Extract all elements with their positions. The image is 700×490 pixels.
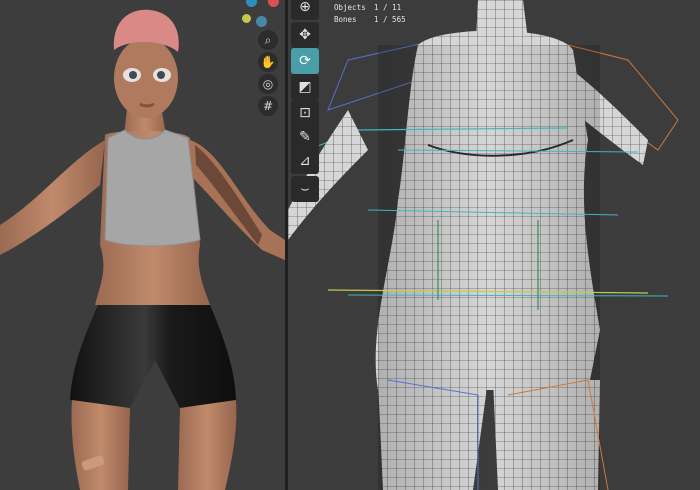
wireframe-mesh-figure	[288, 0, 679, 490]
bones-value: 1 / 565	[374, 15, 406, 24]
axis-z-dot[interactable]	[246, 0, 257, 7]
measure-icon[interactable]: ⊿	[291, 148, 319, 174]
rotate-icon[interactable]: ⟳	[291, 48, 319, 74]
transform-icon[interactable]: ⊡	[291, 100, 319, 126]
objects-value: 1 / 11	[374, 3, 402, 12]
rendered-character-figure	[0, 9, 285, 490]
zoom-icon[interactable]: ⌕	[258, 30, 278, 50]
bone-envelope-icon[interactable]: ⌣	[291, 176, 319, 202]
hand-pan-icon[interactable]: ✋	[258, 52, 278, 72]
grid-icon[interactable]: #	[258, 96, 278, 116]
axis-neg-y-dot[interactable]	[256, 16, 267, 27]
axis-y-dot[interactable]	[242, 14, 251, 23]
move-icon[interactable]: ✥	[291, 22, 319, 48]
scene-statistics: Objects 1 / 11 Bones 1 / 565	[334, 2, 406, 26]
axis-x-dot[interactable]	[268, 0, 279, 7]
scale-icon[interactable]: ◩	[291, 74, 319, 100]
right-viewport-wireframe[interactable]	[288, 0, 700, 490]
objects-label: Objects	[334, 3, 366, 12]
cursor-icon[interactable]: ⊕	[291, 0, 319, 20]
annotate-icon[interactable]: ✎	[291, 124, 319, 150]
camera-icon[interactable]: ◎	[258, 74, 278, 94]
navigation-gizmo[interactable]	[236, 0, 285, 30]
left-viewport-rendered[interactable]: ⌕ ✋ ◎ #	[0, 0, 285, 490]
bones-label: Bones	[334, 15, 357, 24]
